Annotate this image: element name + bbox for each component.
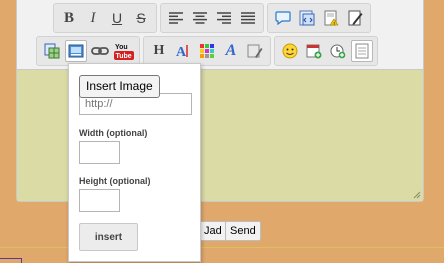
- youtube-tube: Tube: [116, 53, 132, 60]
- font-size-button[interactable]: A: [220, 40, 242, 62]
- insert-image-button[interactable]: [65, 40, 87, 62]
- insert-link-button[interactable]: [89, 40, 111, 62]
- text-tools-group: H A A: [143, 36, 271, 66]
- misc-group: !: [267, 3, 371, 33]
- media-group: You Tube: [36, 36, 140, 66]
- italic-label: I: [90, 9, 96, 26]
- format-group: B I U S: [53, 3, 157, 33]
- youtube-you: You: [115, 44, 128, 51]
- font-button[interactable]: A: [172, 40, 194, 62]
- align-center-button[interactable]: [189, 7, 211, 29]
- italic-button[interactable]: I: [82, 7, 104, 29]
- send-button[interactable]: Send: [225, 221, 261, 241]
- align-right-button[interactable]: [213, 7, 235, 29]
- quote-button[interactable]: [272, 7, 294, 29]
- insert-image-icon: [68, 44, 84, 58]
- font-icon: A: [176, 45, 188, 59]
- align-left-icon: [169, 12, 183, 24]
- resize-grip-icon[interactable]: [413, 191, 421, 199]
- insert-table-icon: [44, 43, 60, 59]
- insert-button[interactable]: insert: [79, 223, 138, 251]
- spoiler-button[interactable]: !: [320, 7, 342, 29]
- clock-icon: [330, 44, 346, 59]
- height-label: Height (optional): [79, 176, 151, 186]
- smiley-button[interactable]: [279, 40, 301, 62]
- height-input[interactable]: [79, 189, 120, 212]
- extras-group: [274, 36, 378, 66]
- youtube-icon: You Tube: [114, 44, 134, 60]
- corner-element: [0, 258, 22, 263]
- divider-line: [0, 247, 444, 248]
- strikethrough-button[interactable]: S: [130, 7, 152, 29]
- align-group: [160, 3, 264, 33]
- code-button[interactable]: [296, 7, 318, 29]
- align-right-icon: [217, 12, 231, 24]
- calendar-icon: [306, 44, 322, 59]
- font-size-label: A: [225, 42, 237, 59]
- document-warning-icon: !: [324, 10, 339, 26]
- insert-image-tooltip: Insert Image: [79, 75, 160, 98]
- color-button[interactable]: [196, 40, 218, 62]
- align-left-button[interactable]: [165, 7, 187, 29]
- toolbar-row-1: B I U S !: [53, 3, 374, 37]
- code-icon: [299, 10, 315, 26]
- bold-label: B: [63, 9, 74, 26]
- speech-bubble-icon: [275, 11, 291, 25]
- clear-formatting-button[interactable]: [244, 40, 266, 62]
- align-center-icon: [193, 12, 207, 24]
- underline-button[interactable]: U: [106, 7, 128, 29]
- youtube-button[interactable]: You Tube: [113, 40, 135, 62]
- width-label: Width (optional): [79, 128, 148, 138]
- heading-label: H: [153, 43, 165, 58]
- insert-table-button[interactable]: [41, 40, 63, 62]
- align-justify-button[interactable]: [237, 7, 259, 29]
- date-button[interactable]: [303, 40, 325, 62]
- color-palette-icon: [200, 44, 214, 58]
- align-justify-icon: [241, 12, 255, 24]
- heading-button[interactable]: H: [148, 40, 170, 62]
- source-button[interactable]: [351, 40, 373, 62]
- width-input[interactable]: [79, 141, 120, 164]
- source-document-icon: [355, 43, 369, 59]
- insert-image-popup: Insert Image Width (optional) Height (op…: [68, 63, 201, 262]
- svg-text:!: !: [334, 21, 335, 26]
- time-button[interactable]: [327, 40, 349, 62]
- svg-text:A: A: [176, 45, 187, 59]
- bold-button[interactable]: B: [58, 7, 80, 29]
- edit-button[interactable]: [344, 7, 366, 29]
- insert-link-icon: [91, 47, 109, 55]
- clear-formatting-icon: [247, 44, 263, 58]
- upload-button[interactable]: Jad: [199, 221, 227, 241]
- pen-document-icon: [348, 10, 363, 26]
- strikethrough-label: S: [136, 10, 146, 26]
- underline-label: U: [111, 10, 123, 26]
- smiley-icon: [282, 43, 298, 59]
